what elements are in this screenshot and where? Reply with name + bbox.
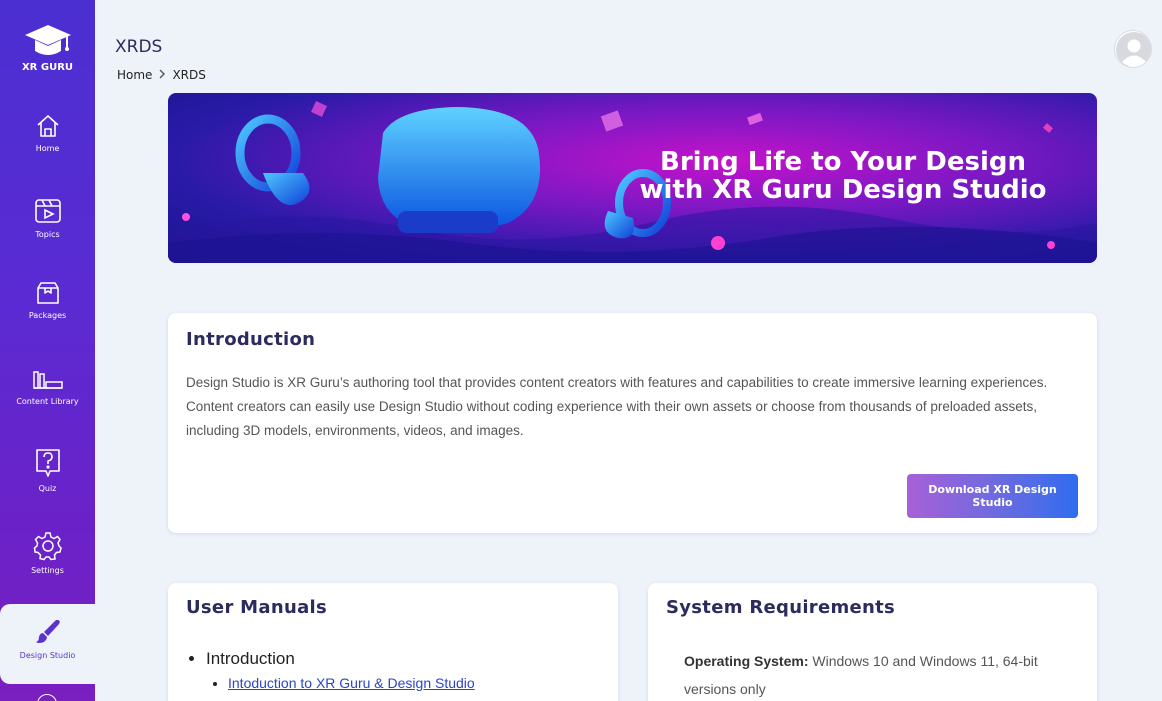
chevron-right-icon — [158, 69, 166, 82]
introduction-card: Introduction Design Studio is XR Guru’s … — [168, 313, 1097, 533]
user-manuals-card: User Manuals Introduction Intoduction to… — [168, 583, 618, 701]
logo-text: XR GURU — [21, 62, 74, 73]
os-label: Operating System: — [684, 653, 809, 669]
library-icon — [32, 371, 63, 389]
sidebar-item-label: Design Studio — [19, 651, 76, 660]
graduation-cap-icon — [24, 25, 71, 55]
sidebar-item-label: Packages — [28, 311, 67, 320]
os-requirement: Operating System: Windows 10 and Windows… — [684, 647, 1084, 701]
sidebar-item-label: Home — [35, 144, 60, 153]
sidebar-item-home[interactable]: Home — [0, 113, 95, 153]
breadcrumb: Home XRDS — [117, 68, 206, 82]
sidebar: XR GURU Home Topics Packages Content Lib… — [0, 0, 95, 701]
list-item: Introduction Intoduction to XR Guru & De… — [206, 649, 475, 691]
banner-heading: Bring Life to Your Design with XR Guru D… — [628, 148, 1058, 204]
download-design-studio-button[interactable]: Download XR Design Studio — [907, 474, 1078, 518]
banner-heading-line2: with XR Guru Design Studio — [639, 175, 1047, 205]
manual-link[interactable]: Intoduction to XR Guru & Design Studio — [228, 675, 475, 691]
sidebar-item-quiz[interactable]: Quiz — [0, 447, 95, 493]
sidebar-item-content-library[interactable]: Content Library — [0, 370, 95, 406]
sidebar-item-label: Settings — [31, 566, 64, 575]
system-requirements-title: System Requirements — [666, 597, 896, 618]
sidebar-item-settings[interactable]: Settings — [0, 531, 95, 575]
sidebar-item-label: Content Library — [16, 397, 79, 406]
manuals-sublist: Intoduction to XR Guru & Design Studio — [228, 675, 475, 691]
breadcrumb-current: XRDS — [172, 68, 206, 82]
sidebar-item-packages[interactable]: Packages — [0, 280, 95, 320]
logo[interactable]: XR GURU — [0, 22, 95, 82]
user-manuals-title: User Manuals — [186, 597, 327, 618]
box-icon — [36, 282, 59, 304]
sidebar-item-label: Topics — [35, 230, 60, 239]
introduction-title: Introduction — [186, 329, 316, 350]
breadcrumb-home-link[interactable]: Home — [117, 68, 152, 82]
banner-heading-line1: Bring Life to Your Design — [660, 147, 1026, 177]
brush-icon — [35, 619, 60, 643]
question-icon — [35, 449, 60, 477]
introduction-text: Design Studio is XR Guru’s authoring too… — [186, 375, 1048, 438]
sidebar-item-label: Quiz — [38, 484, 57, 493]
partial-nav-icon[interactable] — [37, 694, 57, 701]
user-icon — [1116, 32, 1151, 67]
avatar[interactable] — [1114, 30, 1152, 68]
manuals-list: Introduction Intoduction to XR Guru & De… — [206, 649, 475, 691]
manual-section-label: Introduction — [206, 649, 295, 668]
gear-icon — [33, 532, 62, 561]
home-icon — [36, 115, 59, 137]
list-item: Intoduction to XR Guru & Design Studio — [228, 675, 475, 691]
sidebar-item-topics[interactable]: Topics — [0, 197, 95, 239]
page-title: XRDS — [115, 37, 163, 57]
video-icon — [34, 199, 61, 223]
system-requirements-card: System Requirements Operating System: Wi… — [648, 583, 1097, 701]
sidebar-item-design-studio[interactable]: Design Studio — [0, 604, 95, 684]
hero-banner: Bring Life to Your Design with XR Guru D… — [168, 93, 1097, 263]
